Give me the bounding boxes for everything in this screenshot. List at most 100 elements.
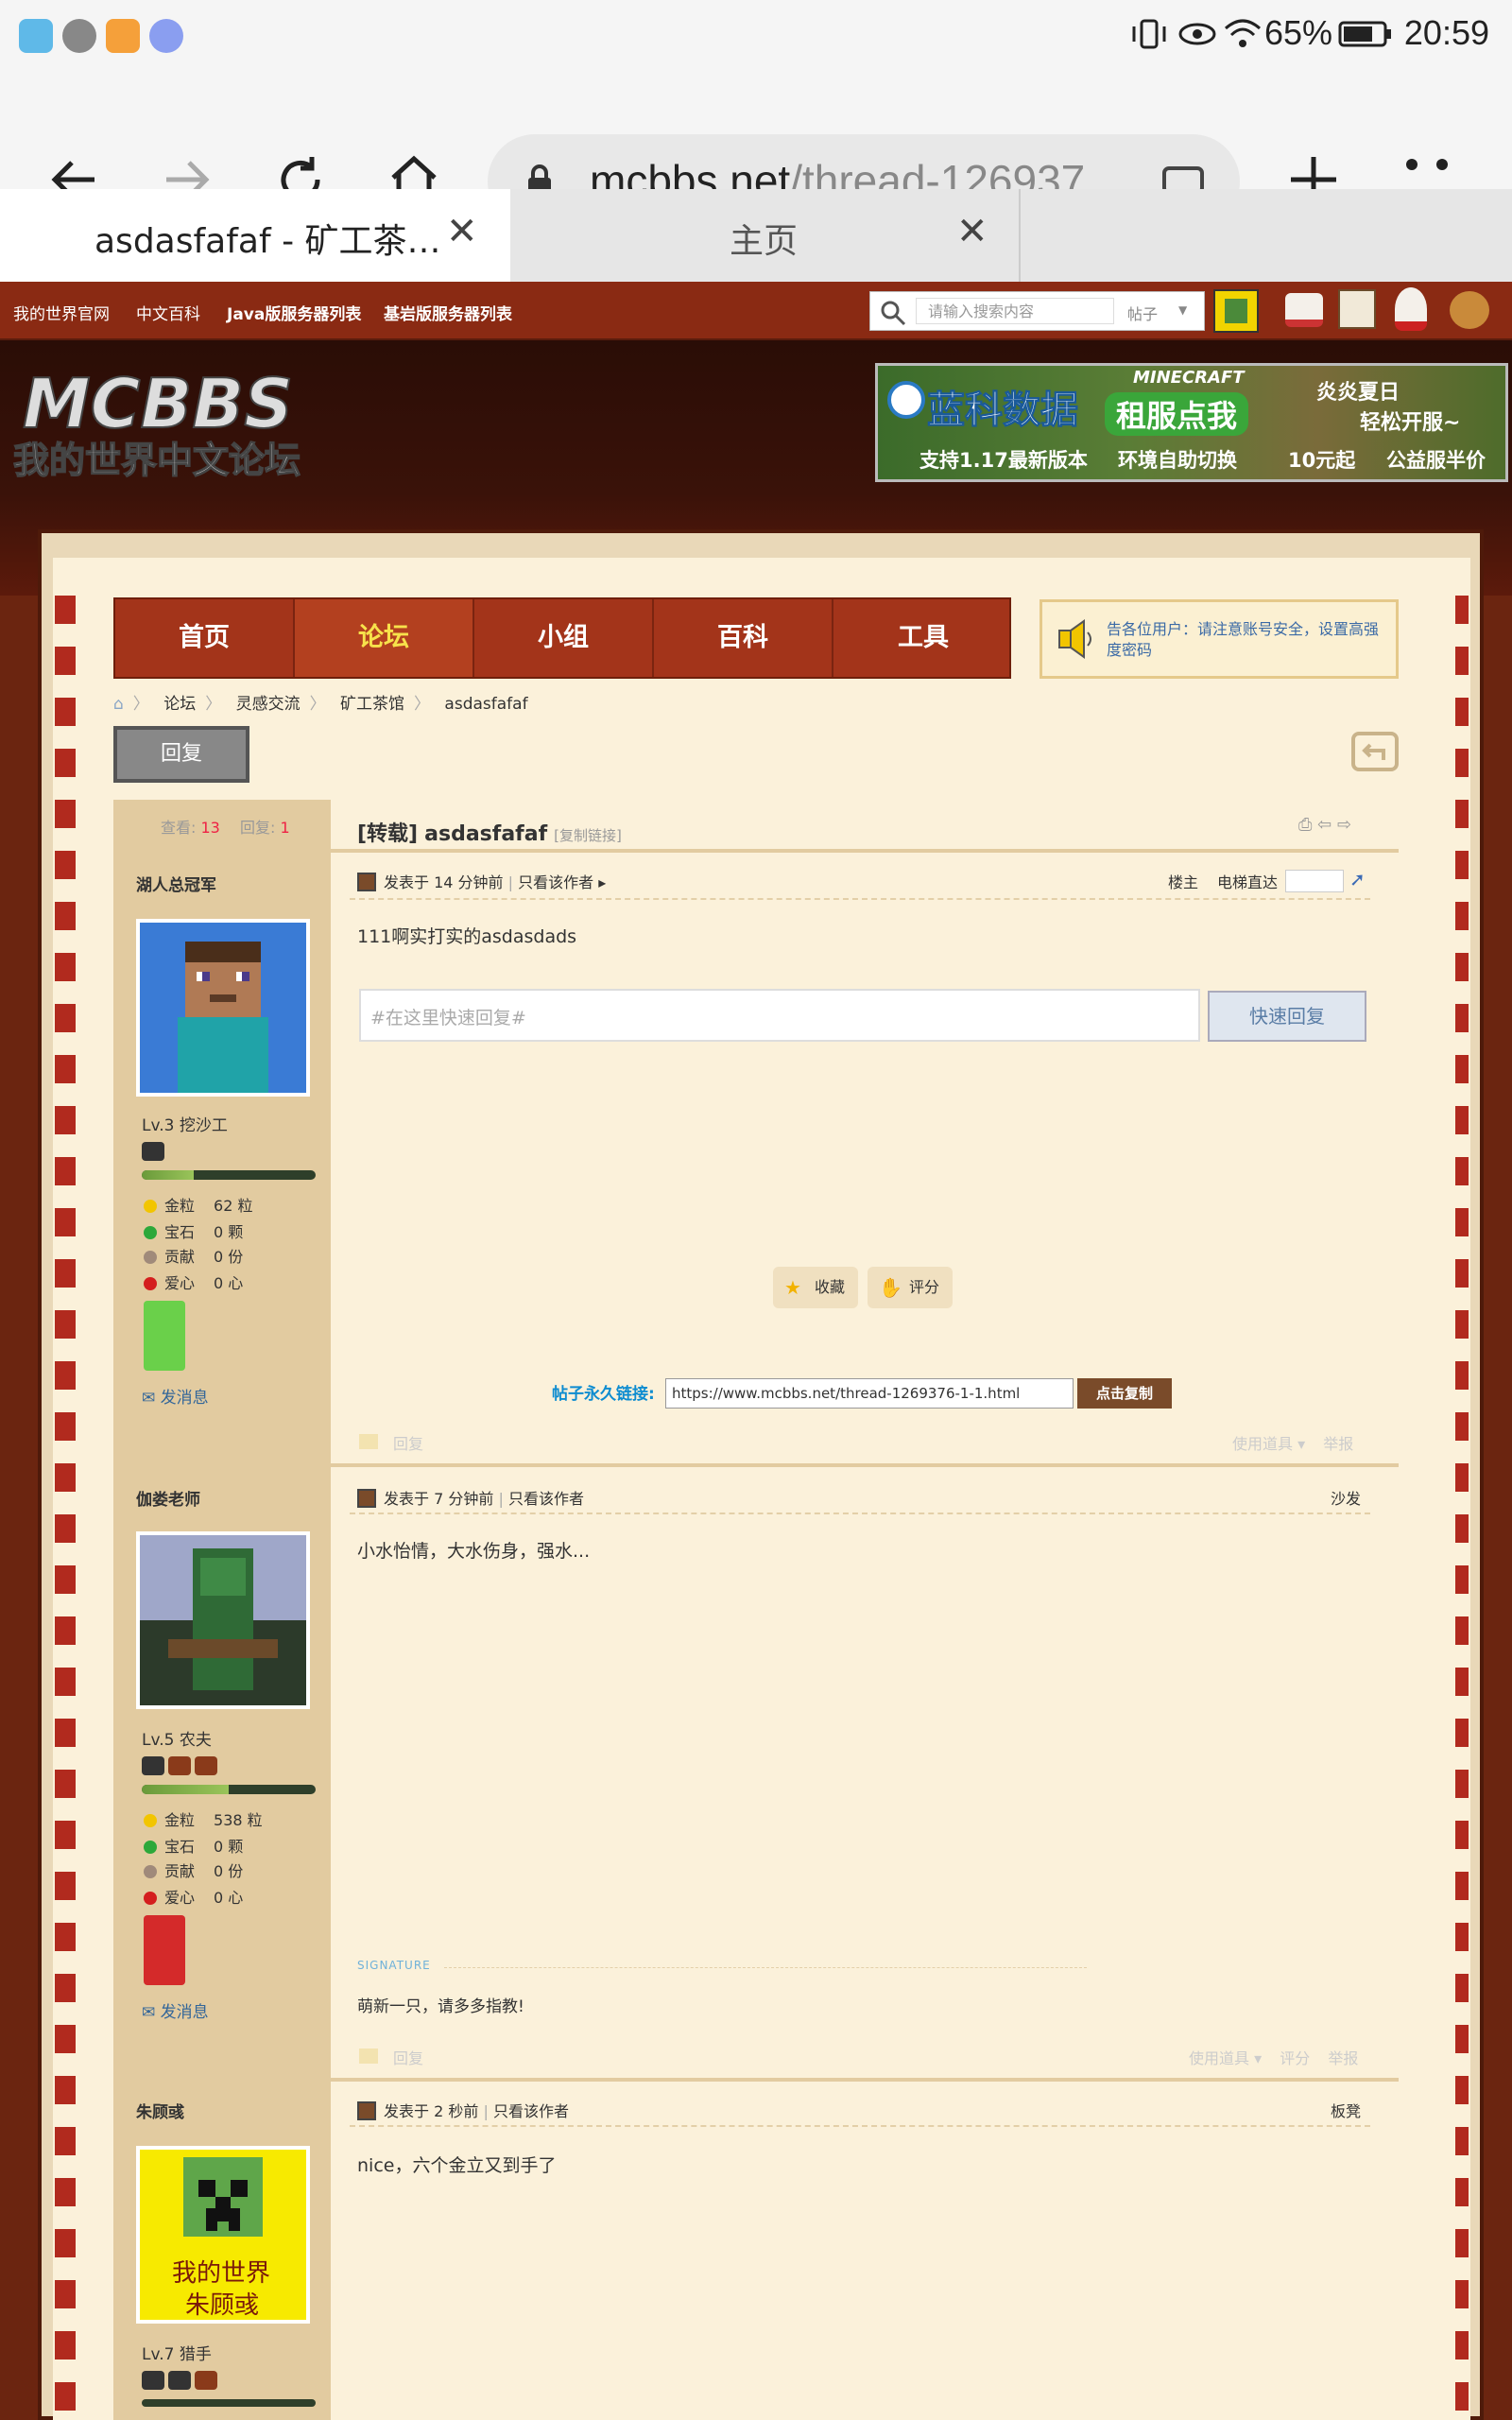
rate-button[interactable]: ✋ 评分 xyxy=(868,1267,954,1308)
caret-right-icon[interactable]: ▸ xyxy=(598,873,606,891)
stat-love: 爱心 0 心 xyxy=(144,1270,243,1293)
nav-tools[interactable]: 工具 xyxy=(833,599,1013,677)
close-icon[interactable]: ✕ xyxy=(956,210,988,253)
reply-button[interactable]: 回复 xyxy=(113,726,249,783)
avatar[interactable] xyxy=(136,1531,310,1709)
ad-tagline2: 轻松开服~ xyxy=(1360,411,1461,435)
signature-divider xyxy=(444,1967,1087,1968)
contribution-icon xyxy=(144,1251,157,1264)
next-icon[interactable]: ⇨ xyxy=(1337,815,1351,835)
cookie-icon[interactable] xyxy=(1450,291,1489,329)
nav-forum[interactable]: 论坛 xyxy=(295,599,474,677)
level-progress-fill xyxy=(142,1785,229,1794)
quick-reply-button[interactable]: 快速回复 xyxy=(1208,991,1366,1042)
only-author-link[interactable]: 只看该作者 xyxy=(518,873,593,891)
breadcrumb-forum[interactable]: 论坛 xyxy=(163,695,196,714)
close-icon[interactable]: ✕ xyxy=(446,210,478,253)
medal-java-icon[interactable] xyxy=(144,1915,185,1985)
potion-icon[interactable] xyxy=(1395,287,1427,331)
footer-rate[interactable]: 评分 xyxy=(1280,2049,1310,2067)
avatar[interactable] xyxy=(136,919,310,1097)
topnav-java-servers[interactable]: Java版服务器列表 xyxy=(227,301,361,324)
post-footer-right: 使用道具 ▾ 举报 xyxy=(1232,1435,1354,1453)
elevator-go-icon[interactable]: ➚ xyxy=(1349,868,1366,890)
main-nav: 首页 论坛 小组 百科 工具 xyxy=(113,597,1011,679)
rank-icon xyxy=(142,2371,164,2390)
cake-icon[interactable] xyxy=(1285,293,1323,327)
send-message-link[interactable]: ✉ 发消息 xyxy=(142,1384,209,1408)
post-divider xyxy=(350,2125,1370,2127)
quick-reply-input[interactable]: #在这里快速回复# xyxy=(359,989,1200,1042)
ad-bottom-2: 环境自助切换 xyxy=(1118,449,1237,472)
permalink-input[interactable]: https://www.mcbbs.net/thread-1269376-1-1… xyxy=(665,1378,1074,1409)
dice-icon[interactable] xyxy=(1338,289,1376,329)
search-icon[interactable] xyxy=(880,300,906,326)
notice-text[interactable]: 告各位用户：请注意账号安全，设置高强度密码 xyxy=(1107,619,1390,661)
mcbbs-logo[interactable]: MCBBS 我的世界中文论坛 xyxy=(13,369,363,482)
prev-icon[interactable]: ⇦ xyxy=(1317,815,1332,835)
elevator-input[interactable] xyxy=(1285,870,1344,892)
avatar[interactable]: 我的世界 朱顾彧 xyxy=(136,2146,310,2324)
tab-title: 主页 xyxy=(730,222,799,261)
post-meta: 发表于 2 秒前 | 只看该作者 xyxy=(357,2099,569,2121)
contribution-icon xyxy=(144,1865,157,1878)
author-name[interactable]: 伽娄老师 xyxy=(136,1486,200,1510)
meta-sep: | xyxy=(483,2102,489,2120)
replies-label: 回复: xyxy=(239,819,276,837)
search-type-select[interactable]: 帖子 xyxy=(1127,302,1158,324)
thread-prefix[interactable]: [转载] xyxy=(357,822,418,846)
stat-gem: 宝石 0 颗 xyxy=(144,1834,243,1857)
nav-home[interactable]: 首页 xyxy=(115,599,295,677)
clock: 20:59 xyxy=(1403,13,1489,52)
medal-pig-icon[interactable] xyxy=(144,1301,185,1371)
author-name[interactable]: 湖人总冠军 xyxy=(136,872,216,895)
topnav-official[interactable]: 我的世界官网 xyxy=(13,301,110,324)
ad-banner[interactable]: MINECRAFT 蓝科数据 租服点我 炎炎夏日 轻松开服~ 支持1.17最新版… xyxy=(875,363,1508,482)
app-icon-weather xyxy=(62,19,96,53)
favorite-button[interactable]: ★ 收藏 xyxy=(773,1267,859,1308)
only-author-link[interactable]: 只看该作者 xyxy=(508,1490,584,1508)
ad-bottom-4: 公益服半价 xyxy=(1386,449,1486,472)
nav-wiki[interactable]: 百科 xyxy=(654,599,833,677)
topnav-bedrock-servers[interactable]: 基岩版服务器列表 xyxy=(384,301,512,324)
author-name[interactable]: 朱顾彧 xyxy=(136,2099,184,2122)
floor-label: 楼主 xyxy=(1168,873,1199,891)
home-icon[interactable]: ⌂ xyxy=(113,695,124,714)
footer-report[interactable]: 举报 xyxy=(1323,1435,1353,1453)
footer-report[interactable]: 举报 xyxy=(1328,2049,1358,2067)
tab-thread[interactable]: asdasfafaf - 矿工茶… ✕ xyxy=(0,189,510,282)
breadcrumb-thread[interactable]: asdasfafaf xyxy=(444,695,527,714)
nav-groups[interactable]: 小组 xyxy=(474,599,654,677)
copy-permalink-button[interactable]: 点击复制 xyxy=(1077,1378,1172,1409)
tab-strip: asdasfafaf - 矿工茶… ✕ 主页 ✕ xyxy=(0,189,1512,282)
breadcrumb-board[interactable]: 矿工茶馆 xyxy=(340,695,404,714)
return-icon[interactable] xyxy=(1349,728,1400,775)
footer-tools[interactable]: 使用道具 xyxy=(1189,2049,1249,2067)
only-author-link[interactable]: 只看该作者 xyxy=(493,2102,569,2120)
topnav-wiki[interactable]: 中文百科 xyxy=(136,301,200,324)
send-message-link[interactable]: ✉ 发消息 xyxy=(142,1998,209,2022)
breadcrumb-section[interactable]: 灵感交流 xyxy=(236,695,301,714)
meta-sep: | xyxy=(507,873,514,891)
footer-reply[interactable]: 回复 xyxy=(393,1435,423,1453)
replies-count: 1 xyxy=(280,819,290,837)
print-icon[interactable]: ⎙ xyxy=(1298,815,1312,835)
post-separator xyxy=(113,1463,1399,1467)
footer-reply[interactable]: 回复 xyxy=(393,2049,423,2067)
creeper-badge-icon[interactable] xyxy=(1213,289,1259,333)
apple-icon xyxy=(144,1277,157,1290)
wifi-icon xyxy=(1225,19,1261,47)
rank-icon xyxy=(142,1756,164,1775)
copy-link[interactable]: [复制链接] xyxy=(554,827,622,844)
ad-bottom-1: 支持1.17最新版本 xyxy=(919,449,1088,472)
post-divider xyxy=(350,1512,1370,1514)
right-border-decoration xyxy=(1455,596,1469,2420)
stat-gold: 金粒 538 粒 xyxy=(144,1807,263,1830)
footer-tools[interactable]: 使用道具 xyxy=(1232,1435,1293,1453)
tab-home[interactable]: 主页 ✕ xyxy=(510,189,1021,282)
search-input[interactable]: 请输入搜索内容 xyxy=(916,298,1114,324)
post-meta: 发表于 14 分钟前 | 只看该作者 ▸ xyxy=(357,870,606,892)
ad-cta: 租服点我 xyxy=(1105,392,1249,436)
user-level: Lv.7 猎手 xyxy=(142,2345,212,2364)
rank-icon xyxy=(195,2371,217,2390)
